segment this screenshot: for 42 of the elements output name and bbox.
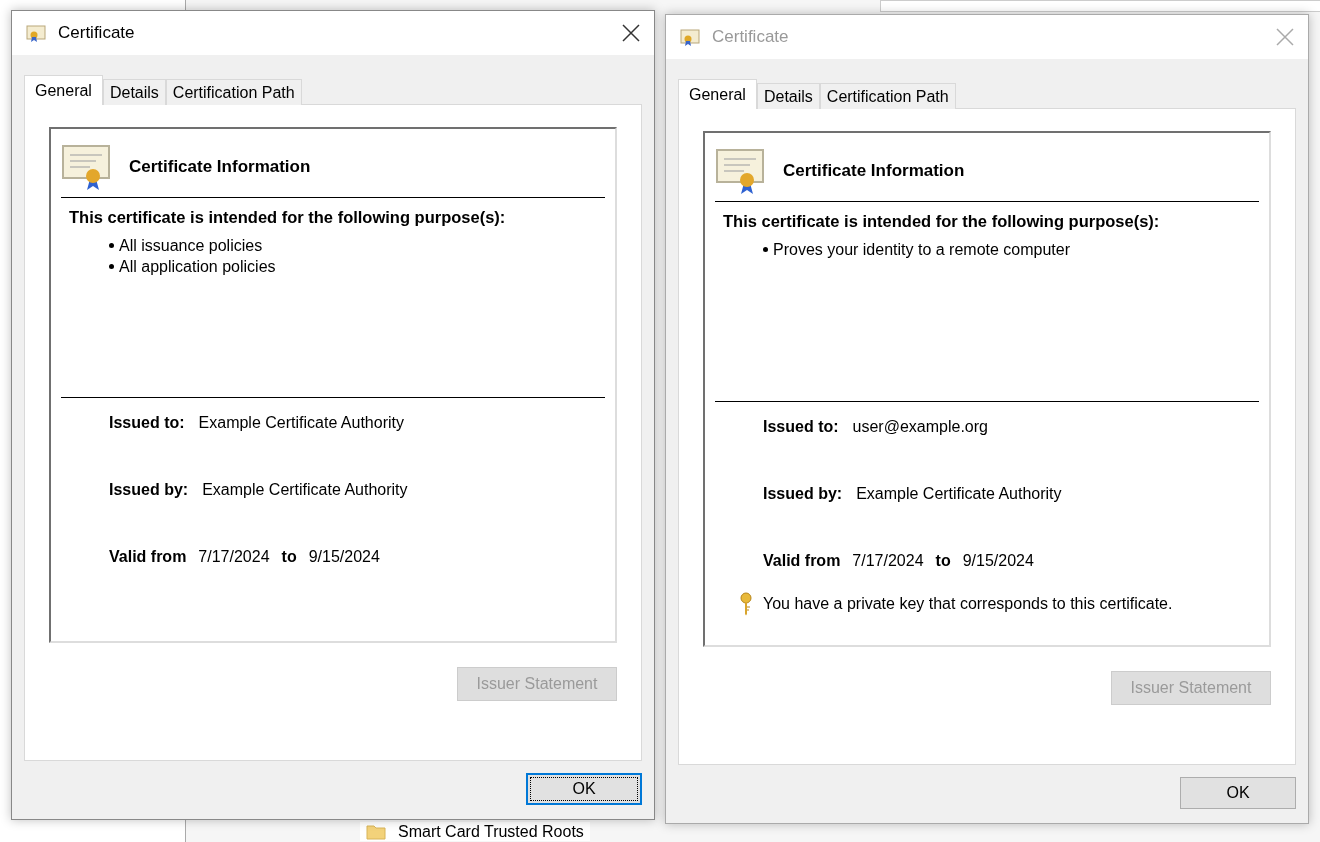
key-icon <box>739 592 753 616</box>
issued-to-value: Example Certificate Authority <box>198 414 404 432</box>
purpose-item: Proves your identity to a remote computer <box>773 240 1071 260</box>
valid-to-label: to <box>281 548 297 566</box>
bullet-icon <box>763 247 768 252</box>
valid-from-label: Valid from <box>109 548 187 566</box>
issued-to-label: Issued to: <box>109 414 185 432</box>
bullet-icon <box>109 264 114 269</box>
folder-icon <box>366 823 386 840</box>
close-icon[interactable] <box>622 24 640 42</box>
issued-by-value: Example Certificate Authority <box>856 485 1062 503</box>
section-heading: Certificate Information <box>129 157 311 177</box>
valid-from-label: Valid from <box>763 552 841 570</box>
valid-from-value: 7/17/2024 <box>852 552 924 570</box>
tree-item[interactable]: Smart Card Trusted Roots <box>360 822 590 841</box>
ok-button[interactable]: OK <box>526 773 642 805</box>
certificate-icon <box>26 24 46 42</box>
issued-by-value: Example Certificate Authority <box>202 481 408 499</box>
window-title: Certificate <box>58 23 136 43</box>
window-title: Certificate <box>712 27 790 47</box>
issued-by-label: Issued by: <box>763 485 843 503</box>
tree-item-label: Smart Card Trusted Roots <box>398 822 584 841</box>
certificate-icon <box>61 143 113 191</box>
tab[interactable]: Certification Path <box>165 79 302 105</box>
purpose-title: This certificate is intended for the following purpose(s): <box>69 208 507 227</box>
valid-to-value: 9/15/2024 <box>308 548 380 566</box>
certificate-icon <box>715 147 767 195</box>
purpose-title: This certificate is intended for the following purpose(s): <box>723 212 1161 231</box>
valid-from-value: 7/17/2024 <box>198 548 270 566</box>
bullet-icon <box>109 243 114 248</box>
valid-to-label: to <box>935 552 951 570</box>
section-heading: Certificate Information <box>783 161 965 181</box>
issued-to-value: user@example.org <box>852 418 988 436</box>
purpose-item: All application policies <box>119 257 276 277</box>
private-key-note: You have a private key that corresponds to this certificate. <box>763 595 1173 613</box>
certificate-icon <box>680 28 700 46</box>
tab[interactable]: Details <box>102 79 166 105</box>
purpose-item: All issuance policies <box>119 236 263 256</box>
valid-to-value: 9/15/2024 <box>962 552 1034 570</box>
issued-to-label: Issued to: <box>763 418 839 436</box>
tab[interactable]: General <box>24 75 103 105</box>
issued-by-label: Issued by: <box>109 481 189 499</box>
